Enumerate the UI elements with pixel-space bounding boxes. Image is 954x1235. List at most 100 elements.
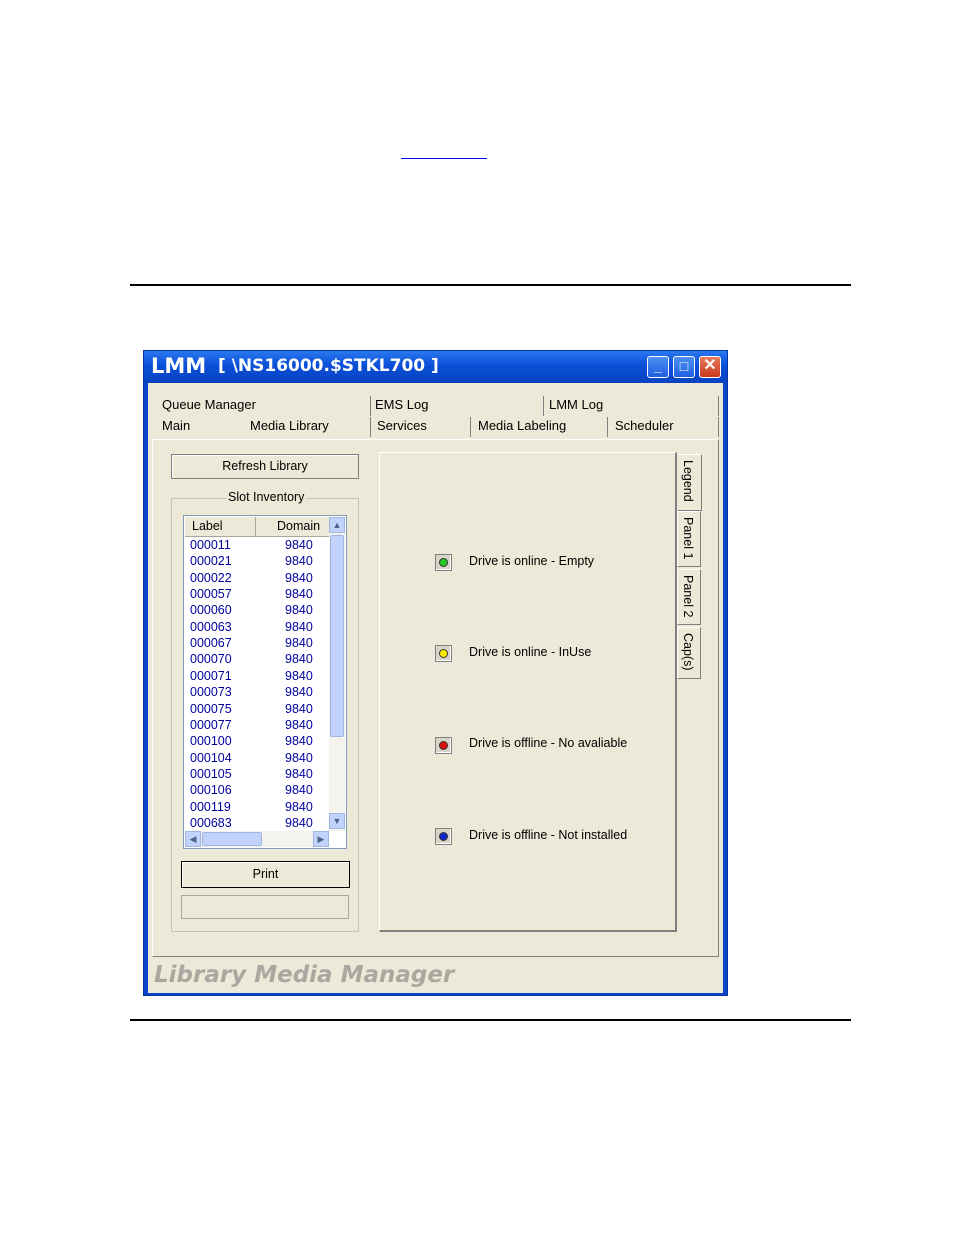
tab-services[interactable]: Services [373,417,471,437]
legend-led-offline-not-installed [435,828,452,845]
yellow-led-icon [439,649,448,658]
table-row[interactable]: 000070 9840 [190,652,320,668]
slot-domain: 9840 [285,570,313,585]
slot-domain: 9840 [285,717,313,732]
slot-label: 000104 [190,750,232,765]
maximize-icon: □ [679,358,689,374]
slot-domain: 9840 [285,554,313,569]
tab-media-library[interactable]: Media Library [246,417,371,437]
slot-domain: 9840 [285,815,313,830]
table-row[interactable]: 000071 9840 [190,669,320,685]
red-led-icon [439,741,448,750]
vertical-scrollbar[interactable]: ▲ ▼ [329,517,345,831]
refresh-library-button[interactable]: Refresh Library [171,454,359,479]
legend-text-online-empty: Drive is online - Empty [469,554,595,568]
table-row[interactable]: 000077 9840 [190,718,320,734]
scroll-down-arrow-icon[interactable]: ▼ [329,813,345,829]
slot-domain: 9840 [285,668,313,683]
side-tab-legend[interactable]: Legend [678,454,702,511]
table-row[interactable]: 000022 9840 [190,571,320,587]
table-row[interactable]: 000106 9840 [190,783,320,799]
scroll-right-arrow-icon[interactable]: ▶ [313,831,329,847]
horizontal-scroll-thumb[interactable] [202,832,262,846]
tab-media-labeling[interactable]: Media Labeling [474,417,608,437]
tab-lmm-log[interactable]: LMM Log [545,396,719,416]
table-row[interactable]: 000060 9840 [190,603,320,619]
slot-label: 000060 [190,603,232,618]
table-row[interactable]: 000057 9840 [190,587,320,603]
status-field [181,895,349,919]
side-tab-panel-2[interactable]: Panel 2 [677,569,701,625]
slot-label: 000070 [190,652,232,667]
table-row[interactable]: 000021 9840 [190,554,320,570]
side-tab-panel-2-label: Panel 2 [681,575,695,618]
side-tab-panel-1-label: Panel 1 [681,517,695,560]
slot-label: 000105 [190,766,232,781]
slot-domain: 9840 [285,783,313,798]
slot-domain: 9840 [285,766,313,781]
legend-panel: Drive is online - Empty Drive is online … [379,452,677,932]
table-row[interactable]: 000073 9840 [190,685,320,701]
slot-domain: 9840 [285,652,313,667]
slot-label: 000683 [190,815,232,830]
slot-label: 000011 [190,538,231,552]
list-header: Label Domain [185,517,329,537]
side-tab-legend-label: Legend [681,460,695,502]
column-domain[interactable]: Domain [277,519,320,533]
table-row[interactable]: 000683 9840 [190,816,320,832]
slot-domain: 9840 [285,636,313,651]
scroll-left-arrow-icon[interactable]: ◀ [185,831,201,847]
table-row[interactable]: 000100 9840 [190,734,320,750]
table-row[interactable]: 000063 9840 [190,620,320,636]
scroll-up-arrow-icon[interactable]: ▲ [329,517,345,533]
slot-domain: 9840 [285,587,313,602]
tab-main[interactable]: Main [158,417,246,437]
lmm-window: LMM [ \NS16000.$STKL700 ] _ □ ✕ Queue Ma… [143,350,728,996]
slot-domain: 9840 [285,734,313,749]
slot-domain: 9840 [285,619,313,634]
slot-domain: 9840 [285,603,313,618]
slot-inventory-list[interactable]: Label Domain 000011 9840 000021 9840 000022 9… [183,515,347,849]
vertical-scroll-thumb[interactable] [330,535,344,737]
table-row[interactable]: 000105 9840 [190,767,320,783]
slot-label: 000021 [190,554,232,569]
close-icon: ✕ [703,357,717,374]
client-area: Queue Manager EMS Log LMM Log Main Media… [148,383,723,993]
side-tab-caps-label: Cap(s) [681,633,695,671]
table-row[interactable]: 000067 9840 [190,636,320,652]
column-separator [255,517,256,536]
side-tab-caps[interactable]: Cap(s) [677,627,701,679]
table-row[interactable]: 000119 9840 [190,800,320,816]
table-row[interactable]: 000104 9840 [190,751,320,767]
legend-led-online-empty [435,554,452,571]
legend-text-offline-not-installed: Drive is offline - Not installed [469,828,628,842]
minimize-button[interactable]: _ [647,356,669,378]
legend-led-offline-unavailable [435,737,452,754]
close-button[interactable]: ✕ [699,356,721,378]
side-tab-panel-1[interactable]: Panel 1 [677,511,701,567]
horizontal-scrollbar[interactable]: ◀ ▶ [185,831,329,847]
system-title: [ \NS16000.$STKL700 ] [218,356,439,376]
print-button[interactable]: Print [181,861,350,888]
table-row[interactable]: 000011 9840 [190,538,320,554]
legend-text-offline-unavailable: Drive is offline - No avaliable [469,736,628,750]
legend-text-online-inuse: Drive is online - InUse [469,645,592,659]
slot-label: 000067 [190,636,232,651]
green-led-icon [439,558,448,567]
slot-domain: 9840 [285,701,313,716]
column-label[interactable]: Label [192,519,223,533]
tab-ems-log[interactable]: EMS Log [371,396,544,416]
slot-label: 000100 [190,734,232,749]
slot-domain: 9840 [285,685,313,700]
slot-label: 000075 [190,701,232,716]
slot-domain: 9840 [285,750,313,765]
tab-scheduler[interactable]: Scheduler [611,417,719,437]
tab-queue-manager[interactable]: Queue Manager [158,396,371,416]
title-bar[interactable]: LMM [ \NS16000.$STKL700 ] _ □ ✕ [144,351,727,383]
document-link[interactable] [401,142,487,159]
slot-label: 000106 [190,783,232,798]
maximize-button[interactable]: □ [673,356,695,378]
slot-label: 000077 [190,717,232,732]
table-row[interactable]: 000075 9840 [190,702,320,718]
rule-top [130,284,851,286]
